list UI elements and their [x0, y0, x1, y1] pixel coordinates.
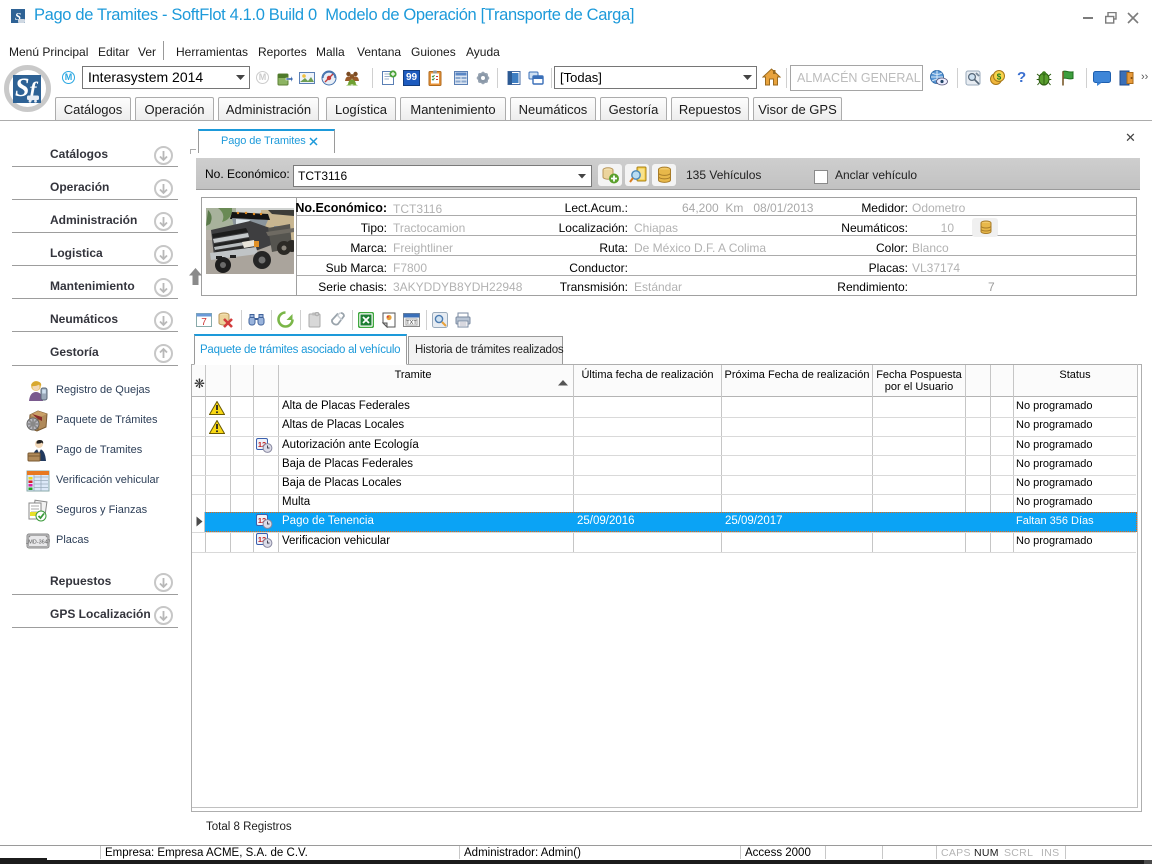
svg-text:TXT: TXT [406, 320, 417, 326]
svg-text:$: $ [997, 73, 1002, 82]
svg-text:LMD-3647: LMD-3647 [26, 540, 50, 546]
svg-text:7: 7 [201, 317, 207, 328]
